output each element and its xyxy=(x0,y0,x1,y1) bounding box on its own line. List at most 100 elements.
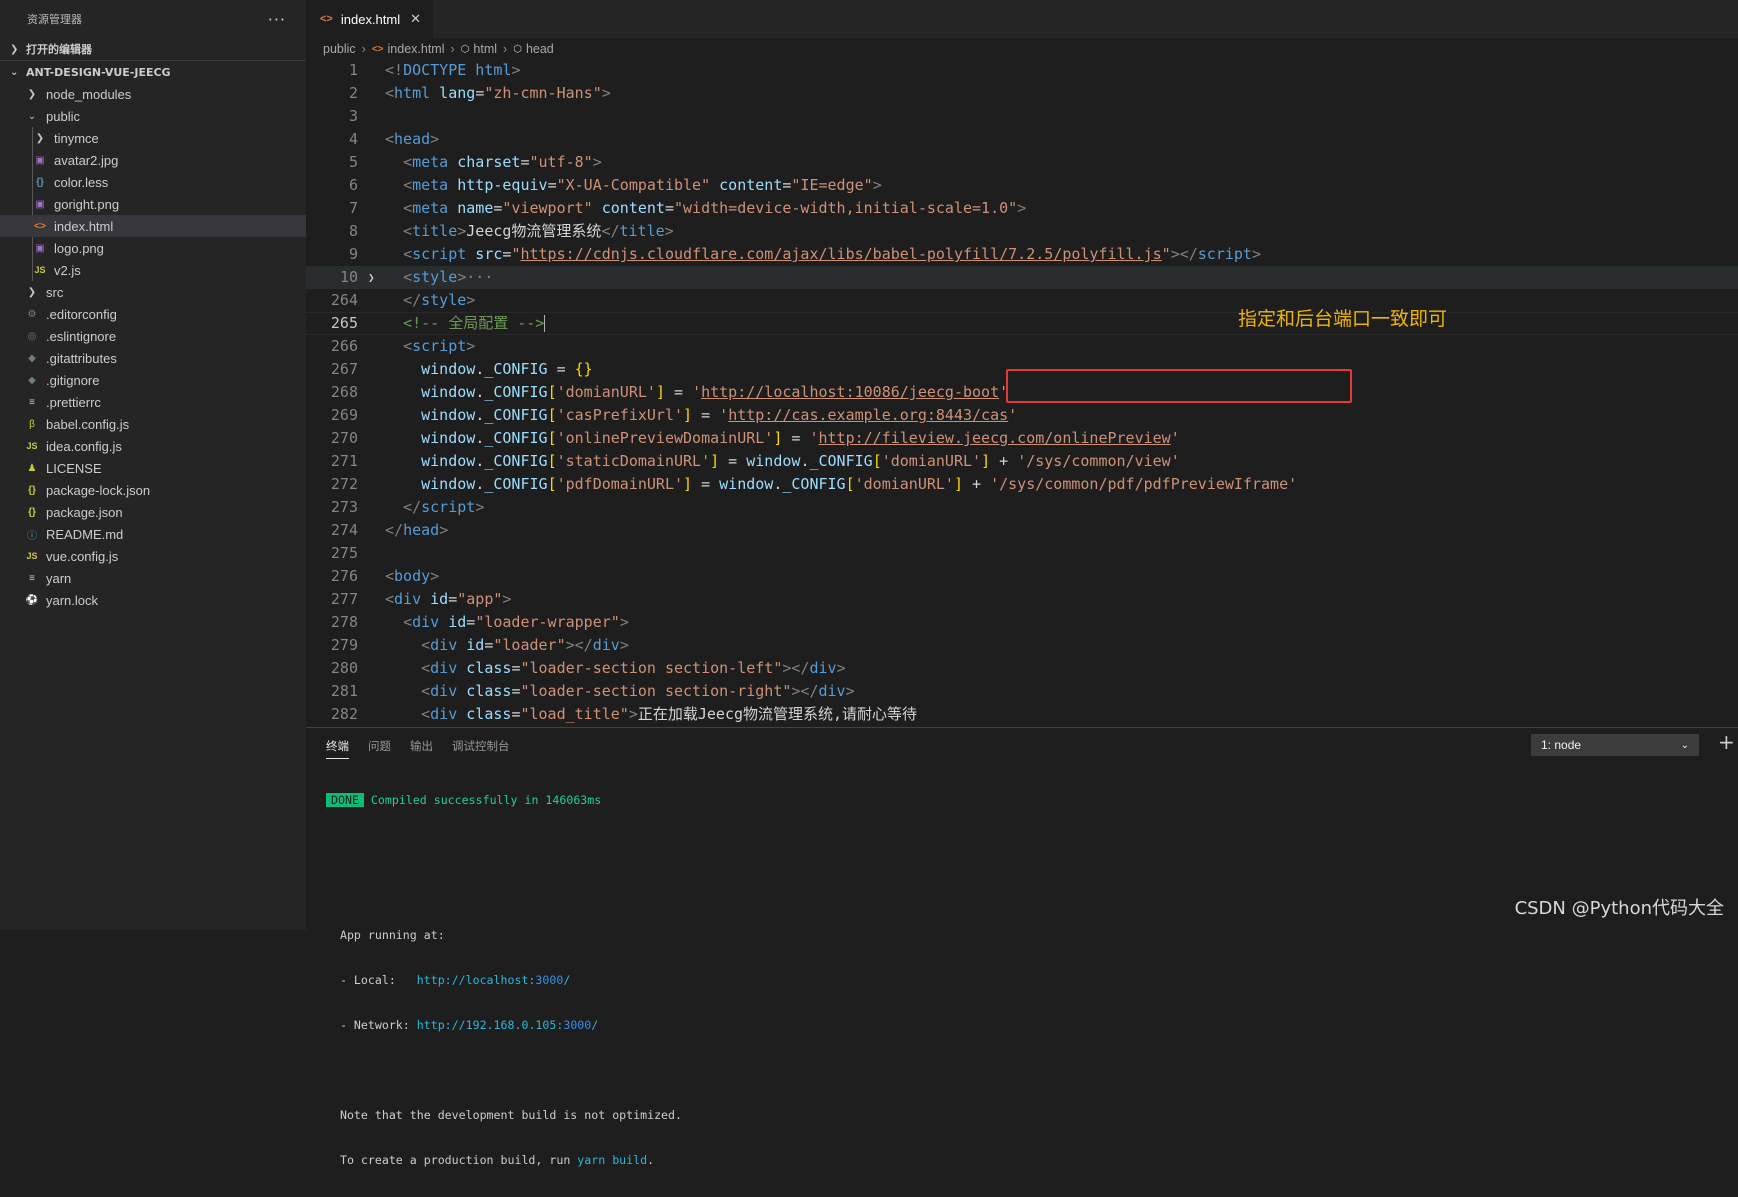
code-line: 4 <head> xyxy=(306,128,1738,151)
close-icon[interactable]: ✕ xyxy=(410,11,421,27)
tree-item-logo[interactable]: ▣ logo.png xyxy=(0,237,306,259)
tree-item-eslintignore[interactable]: ◎ .eslintignore xyxy=(0,325,306,347)
code-line: 280 <div class="loader-section section-l… xyxy=(306,657,1738,680)
tab-index-html[interactable]: <> index.html ✕ xyxy=(306,0,434,38)
tree-item-editorconfig[interactable]: ⚙ .editorconfig xyxy=(0,303,306,325)
tree-item-label: .gitignore xyxy=(46,372,100,388)
tree-item-package-json[interactable]: {} package.json xyxy=(0,501,306,523)
tree-item-color-less[interactable]: {} color.less xyxy=(0,171,306,193)
open-editors-section[interactable]: ❯ 打开的编辑器 xyxy=(0,38,306,60)
tree-item-label: package-lock.json xyxy=(46,482,151,498)
note-text: Note that the development build is not o… xyxy=(339,1108,682,1122)
chevron-right-icon: › xyxy=(503,42,508,56)
code-text: window._CONFIG['onlinePreviewDomainURL']… xyxy=(421,429,1180,447)
image-file-icon: ▣ xyxy=(35,242,45,254)
more-actions-icon[interactable]: ··· xyxy=(268,10,286,29)
tab-debug-console[interactable]: 调试控制台 xyxy=(452,732,510,758)
less-file-icon: {} xyxy=(36,176,44,188)
breadcrumb-item[interactable]: head xyxy=(526,42,554,56)
code-text: <title>Jeecg物流管理系统</title> xyxy=(403,222,674,240)
terminal-select[interactable]: 1: node ⌄ xyxy=(1531,734,1699,756)
tree-item-label: README.md xyxy=(46,526,124,542)
tree-item-tinymce[interactable]: ❯ tinymce xyxy=(0,127,306,149)
line-number: 2 xyxy=(348,84,358,102)
tab-terminal[interactable]: 终端 xyxy=(326,732,349,759)
domain-url-link: http://localhost:10086/jeecg-boot xyxy=(701,383,1000,401)
local-url[interactable]: http://localhost:3000/ xyxy=(417,973,571,987)
tree-item-index-html[interactable]: <> index.html xyxy=(0,215,306,237)
code-text: <div class="loader-section section-right… xyxy=(421,682,855,700)
js-file-icon: JS xyxy=(34,265,46,275)
tree-item-label: v2.js xyxy=(54,262,81,278)
text-file-icon: ≡ xyxy=(29,572,35,584)
highlight-box xyxy=(1006,369,1352,403)
network-url[interactable]: http://192.168.0.105:3000/ xyxy=(417,1018,599,1032)
tree-item-license[interactable]: ♟ LICENSE xyxy=(0,457,306,479)
terminal-output[interactable]: DONE Compiled successfully in 146063ms A… xyxy=(326,764,682,1197)
chevron-right-icon[interactable]: ❯ xyxy=(368,266,375,289)
breadcrumb-item[interactable]: index.html xyxy=(388,42,445,56)
explorer-sidebar: 资源管理器 ··· ❯ 打开的编辑器 ⌄ ANT-DESIGN-VUE-JEEC… xyxy=(0,0,306,930)
line-number: 277 xyxy=(330,590,358,608)
tree-item-prettierrc[interactable]: ≡ .prettierrc xyxy=(0,391,306,413)
tab-output[interactable]: 输出 xyxy=(410,732,433,758)
code-line: 276 <body> xyxy=(306,565,1738,588)
tree-item-gitignore[interactable]: ◆ .gitignore xyxy=(0,369,306,391)
tree-item-v2-js[interactable]: JS v2.js xyxy=(0,259,306,281)
code-text: <div class="loader-section section-left"… xyxy=(421,659,846,677)
tab-problems[interactable]: 问题 xyxy=(368,732,391,758)
tree-item-package-lock[interactable]: {} package-lock.json xyxy=(0,479,306,501)
breadcrumb: public › <> index.html › ⬡ html › ⬡ head xyxy=(306,38,1738,60)
tree-item-yarn[interactable]: ≡ yarn xyxy=(0,567,306,589)
tree-item-avatar2[interactable]: ▣ avatar2.jpg xyxy=(0,149,306,171)
tree-item-label: LICENSE xyxy=(46,460,102,476)
line-number: 4 xyxy=(348,130,358,148)
code-text: <body> xyxy=(385,567,440,585)
code-text: </head> xyxy=(385,521,449,539)
tree-item-vue-config[interactable]: JS vue.config.js xyxy=(0,545,306,567)
code-text: window._CONFIG['pdfDomainURL'] = window.… xyxy=(421,475,1298,493)
tree-item-readme[interactable]: ⓘ README.md xyxy=(0,523,306,545)
line-number: 270 xyxy=(330,429,358,447)
code-line: 272 window._CONFIG['pdfDomainURL'] = win… xyxy=(306,473,1738,496)
tree-item-gitattributes[interactable]: ◆ .gitattributes xyxy=(0,347,306,369)
breadcrumb-item[interactable]: html xyxy=(473,42,497,56)
open-editors-label: 打开的编辑器 xyxy=(26,43,92,56)
tree-item-label: idea.config.js xyxy=(46,438,122,454)
code-text: <html lang="zh-cmn-Hans"> xyxy=(385,84,611,102)
line-number: 265 xyxy=(330,314,358,332)
tree-item-goright[interactable]: ▣ goright.png xyxy=(0,193,306,215)
chevron-right-icon: ❯ xyxy=(10,43,19,55)
line-number: 3 xyxy=(348,107,358,125)
code-line-folded: 10 ❯ <style>··· xyxy=(306,266,1738,289)
code-text: <script> xyxy=(403,337,476,355)
annotation-text: 指定和后台端口一致即可 xyxy=(1238,308,1448,330)
tree-item-label: yarn.lock xyxy=(46,592,99,608)
tree-item-yarn-lock[interactable]: ⚽ yarn.lock xyxy=(0,589,306,611)
tree-item-node-modules[interactable]: ❯ node_modules xyxy=(0,83,306,105)
editor-area: <> index.html ✕ public › <> index.html › ⬡ h… xyxy=(306,0,1738,727)
tree-item-idea-config[interactable]: JS idea.config.js xyxy=(0,435,306,457)
chevron-right-icon: › xyxy=(450,42,455,56)
tree-item-src[interactable]: ❯ src xyxy=(0,281,306,303)
line-number: 9 xyxy=(348,245,358,263)
line-number: 271 xyxy=(330,452,358,470)
tree-item-label: .gitattributes xyxy=(46,350,117,366)
add-terminal-icon[interactable]: + xyxy=(1718,730,1735,754)
code-line: 270 window._CONFIG['onlinePreviewDomainU… xyxy=(306,427,1738,450)
line-number: 268 xyxy=(330,383,358,401)
tree-item-label: package.json xyxy=(46,504,123,520)
code-text: </style> xyxy=(403,291,476,309)
tree-item-babel-config[interactable]: β babel.config.js xyxy=(0,413,306,435)
project-section[interactable]: ⌄ ANT-DESIGN-VUE-JEECG xyxy=(0,60,306,83)
breadcrumb-item[interactable]: public xyxy=(323,42,356,56)
code-line: 277 <div id="app"> xyxy=(306,588,1738,611)
code-text: <script src="https://cdnjs.cloudflare.co… xyxy=(403,245,1261,263)
tree-item-public[interactable]: ⌄ public xyxy=(0,105,306,127)
code-line: 5 <meta charset="utf-8"> xyxy=(306,151,1738,174)
code-line: 274 </head> xyxy=(306,519,1738,542)
line-number: 1 xyxy=(348,61,358,79)
code-text: <!DOCTYPE html> xyxy=(385,61,521,79)
code-text: <meta name="viewport" content="width=dev… xyxy=(403,199,1027,217)
tree-item-label: avatar2.jpg xyxy=(54,152,119,168)
